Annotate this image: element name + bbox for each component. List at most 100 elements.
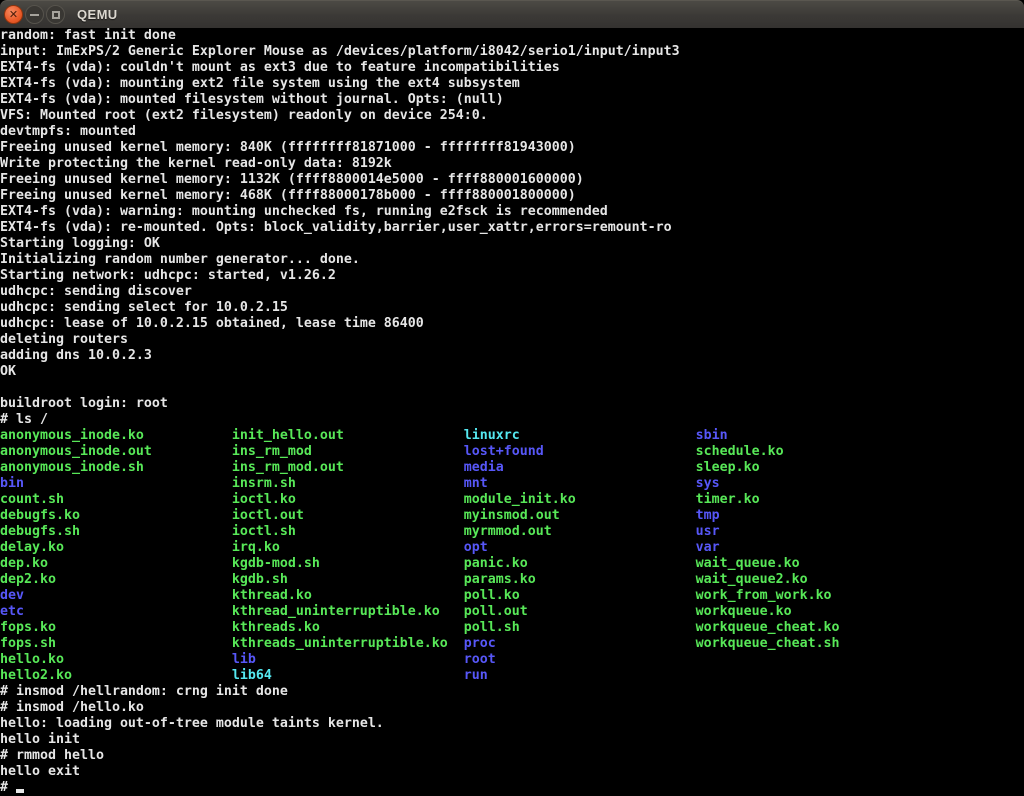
ls-entry-file: params.ko [464,572,696,588]
ls-entry-file: anonymous_inode.out [0,444,232,460]
console-line: Freeing unused kernel memory: 1132K (fff… [0,172,1024,188]
ls-entry-dir: var [696,540,720,555]
ls-entry-file: workqueue_cheat.sh [696,636,840,651]
ls-entry-file: kgdb.sh [232,572,464,588]
ls-entry-file: kthreads.ko [232,620,464,636]
console-line: # insmod /hellrandom: crng init done [0,684,1024,700]
maximize-button[interactable] [46,5,65,24]
console-line: Write protecting the kernel read-only da… [0,156,1024,172]
ls-entry-dir: media [464,460,696,476]
console-line: Freeing unused kernel memory: 468K (ffff… [0,188,1024,204]
ls-entry-dir: dev [0,588,232,604]
ls-entry-file: debugfs.ko [0,508,232,524]
ls-row: hello2.kolib64run [0,668,1024,684]
ls-entry-file: poll.ko [464,588,696,604]
ls-entry-file: anonymous_inode.sh [0,460,232,476]
ls-row: fops.kokthreads.kopoll.shworkqueue_cheat… [0,620,1024,636]
ls-entry-dir: usr [696,524,720,539]
ls-entry-file: delay.ko [0,540,232,556]
ls-entry-file: wait_queue.ko [696,556,800,571]
ls-entry-file: poll.sh [464,620,696,636]
ls-entry-file: debugfs.sh [0,524,232,540]
ls-entry-file: schedule.ko [696,444,784,459]
console-line: Starting network: udhcpc: started, v1.26… [0,268,1024,284]
shell-prompt: # [0,780,16,795]
ls-entry-file: work_from_work.ko [696,588,832,603]
console-line: udhcpc: sending select for 10.0.2.15 [0,300,1024,316]
ls-entry-dir: lost+found [464,444,696,460]
ls-row: delay.koirq.kooptvar [0,540,1024,556]
ls-entry-file: fops.sh [0,636,232,652]
console-line: # insmod /hello.ko [0,700,1024,716]
console-line: VFS: Mounted root (ext2 filesystem) read… [0,108,1024,124]
ls-row: debugfs.shioctl.shmyrmmod.outusr [0,524,1024,540]
ls-entry-dir: proc [464,636,696,652]
window-title: QEMU [77,8,118,21]
ls-entry-file: kthread_uninterruptible.ko [232,604,464,620]
ls-entry-file: kthread.ko [232,588,464,604]
ls-entry-dir: run [464,668,488,683]
console-line: udhcpc: lease of 10.0.2.15 obtained, lea… [0,316,1024,332]
ls-row: etckthread_uninterruptible.kopoll.outwor… [0,604,1024,620]
console-line: EXT4-fs (vda): mounted filesystem withou… [0,92,1024,108]
ls-entry-file: hello2.ko [0,668,232,684]
ls-entry-file: timer.ko [696,492,760,507]
ls-entry-file: ioctl.ko [232,492,464,508]
ls-entry-file: kthreads_uninterruptible.ko [232,636,464,652]
ls-entry-file: myinsmod.out [464,508,696,524]
console-line: random: fast init done [0,28,1024,44]
console-line: devtmpfs: mounted [0,124,1024,140]
ls-row: dep.kokgdb-mod.shpanic.kowait_queue.ko [0,556,1024,572]
ls-row: dep2.kokgdb.shparams.kowait_queue2.ko [0,572,1024,588]
ls-entry-file: fops.ko [0,620,232,636]
ls-entry-file: workqueue.ko [696,604,792,619]
ls-row: devkthread.kopoll.kowork_from_work.ko [0,588,1024,604]
ls-row: debugfs.koioctl.outmyinsmod.outtmp [0,508,1024,524]
minimize-icon [30,14,39,16]
maximize-icon [52,11,60,19]
ls-entry-file: sleep.ko [696,460,760,475]
ls-entry-dir: opt [464,540,696,556]
ls-entry-dir: mnt [464,476,696,492]
console-line: OK [0,364,1024,380]
console-line: udhcpc: sending discover [0,284,1024,300]
ls-entry-file: hello.ko [0,652,232,668]
ls-row: anonymous_inode.koinit_hello.outlinuxrcs… [0,428,1024,444]
ls-row: hello.kolibroot [0,652,1024,668]
console-line: deleting routers [0,332,1024,348]
ls-entry-file: count.sh [0,492,232,508]
ls-entry-file: ioctl.sh [232,524,464,540]
ls-entry-dir: lib [232,652,464,668]
ls-entry-file: kgdb-mod.sh [232,556,464,572]
console-line: hello init [0,732,1024,748]
ls-entry-dir: sys [696,476,720,491]
console-line: # rmmod hello [0,748,1024,764]
console-line: hello: loading out-of-tree module taints… [0,716,1024,732]
qemu-window: ✕ QEMU random: fast init doneinput: ImEx… [0,0,1024,796]
ls-entry-file: module_init.ko [464,492,696,508]
console-line: Freeing unused kernel memory: 840K (ffff… [0,140,1024,156]
ls-row: anonymous_inode.shins_rm_mod.outmediasle… [0,460,1024,476]
console-line: buildroot login: root [0,396,1024,412]
ls-entry-file: init_hello.out [232,428,464,444]
ls-row: bininsrm.shmntsys [0,476,1024,492]
ls-row: count.shioctl.komodule_init.kotimer.ko [0,492,1024,508]
minimize-button[interactable] [25,5,44,24]
ls-entry-file: ins_rm_mod [232,444,464,460]
ls-entry-file: wait_queue2.ko [696,572,808,587]
console-line [0,380,1024,396]
close-icon: ✕ [9,9,18,20]
console-line: EXT4-fs (vda): mounting ext2 file system… [0,76,1024,92]
close-button[interactable]: ✕ [4,5,23,24]
terminal-screen[interactable]: random: fast init doneinput: ImExPS/2 Ge… [0,28,1024,796]
ls-entry-file: dep2.ko [0,572,232,588]
ls-entry-file: dep.ko [0,556,232,572]
ls-entry-file: ins_rm_mod.out [232,460,464,476]
console-line: input: ImExPS/2 Generic Explorer Mouse a… [0,44,1024,60]
titlebar[interactable]: ✕ QEMU [0,0,1024,28]
ls-entry-file: irq.ko [232,540,464,556]
console-line: EXT4-fs (vda): couldn't mount as ext3 du… [0,60,1024,76]
console-line: Initializing random number generator... … [0,252,1024,268]
ls-entry-file: ioctl.out [232,508,464,524]
ls-entry-file: myrmmod.out [464,524,696,540]
